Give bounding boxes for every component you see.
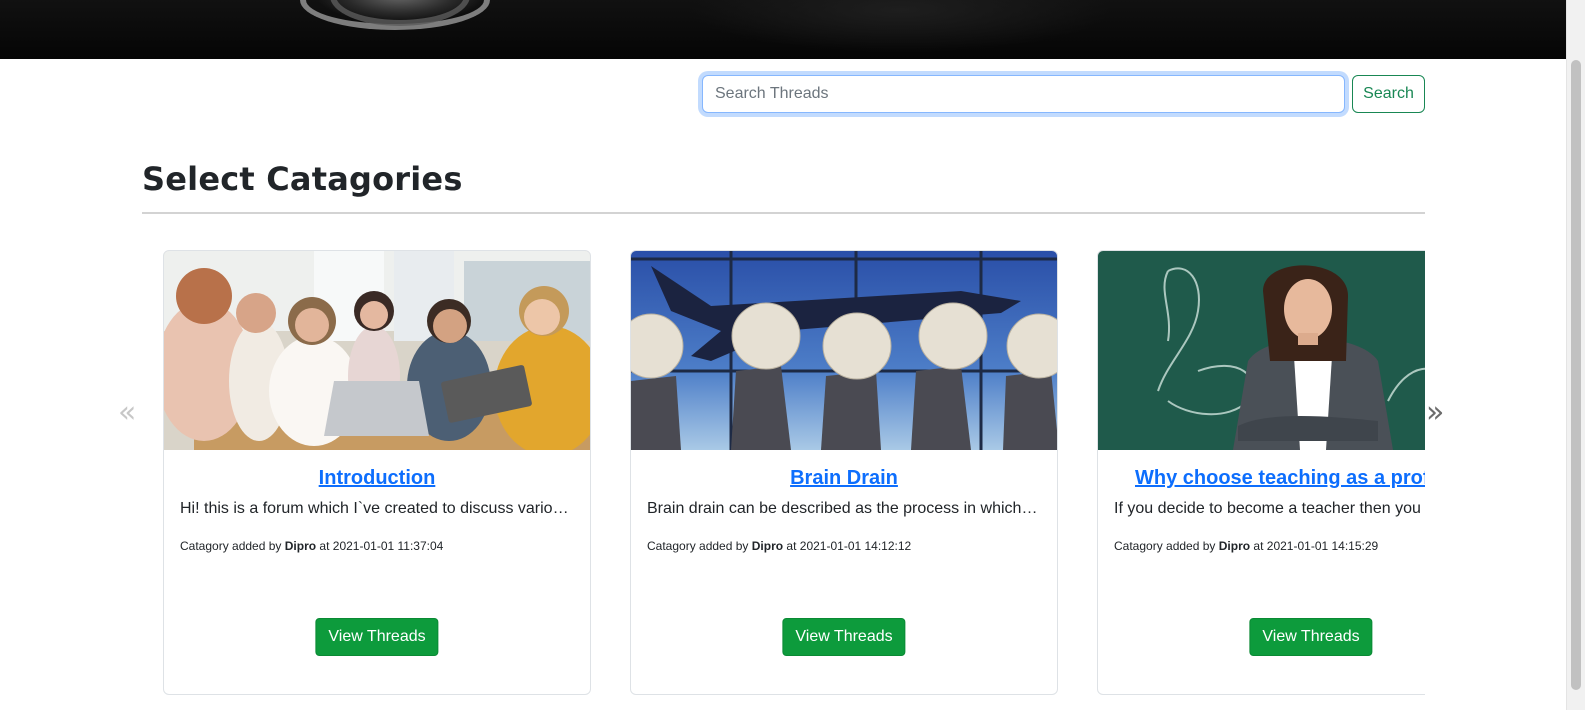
card-image-brain-drain	[631, 251, 1057, 450]
card-title-link[interactable]: Why choose teaching as a profe	[1135, 467, 1425, 490]
card-meta: Catagory added by Dipro at 2021-01-01 11…	[180, 539, 444, 553]
card-image-students	[164, 251, 590, 450]
card-timestamp: 2021-01-01 14:12:12	[799, 539, 912, 553]
search-button[interactable]: Search	[1352, 75, 1425, 113]
carousel-next-icon[interactable]: »	[1426, 395, 1444, 431]
category-card-brain-drain: Brain Drain Brain drain can be described…	[630, 250, 1058, 695]
card-title-link[interactable]: Brain Drain	[631, 467, 1057, 490]
card-image-teacher	[1098, 251, 1425, 450]
card-author: Dipro	[751, 539, 784, 553]
page-title: Select Catagories	[142, 160, 463, 198]
page-scrollbar[interactable]	[1566, 0, 1585, 710]
card-author: Dipro	[284, 539, 317, 553]
view-threads-button[interactable]: View Threads	[1249, 618, 1373, 656]
search-input[interactable]	[702, 75, 1345, 113]
card-meta: Catagory added by Dipro at 2021-01-01 14…	[1114, 539, 1379, 553]
card-timestamp: 2021-01-01 11:37:04	[332, 539, 444, 553]
card-author: Dipro	[1218, 539, 1251, 553]
card-timestamp: 2021-01-01 14:15:29	[1266, 539, 1379, 553]
scrollbar-thumb[interactable]	[1571, 60, 1581, 690]
carousel-prev-icon[interactable]: «	[118, 395, 136, 431]
card-meta: Catagory added by Dipro at 2021-01-01 14…	[647, 539, 912, 553]
divider	[142, 212, 1425, 214]
card-description: Hi! this is a forum which I`ve created t…	[180, 500, 574, 517]
card-description: If you decide to become a teacher then y…	[1114, 500, 1425, 517]
category-card-introduction: Introduction Hi! this is a forum which I…	[163, 250, 591, 695]
card-title-link[interactable]: Introduction	[164, 467, 590, 490]
view-threads-button[interactable]: View Threads	[315, 618, 439, 656]
hero-banner	[0, 0, 1566, 59]
category-card-teaching: Why choose teaching as a profe If you de…	[1097, 250, 1425, 695]
view-threads-button[interactable]: View Threads	[782, 618, 906, 656]
card-description: Brain drain can be described as the proc…	[647, 500, 1041, 517]
category-carousel: Introduction Hi! this is a forum which I…	[142, 250, 1425, 710]
